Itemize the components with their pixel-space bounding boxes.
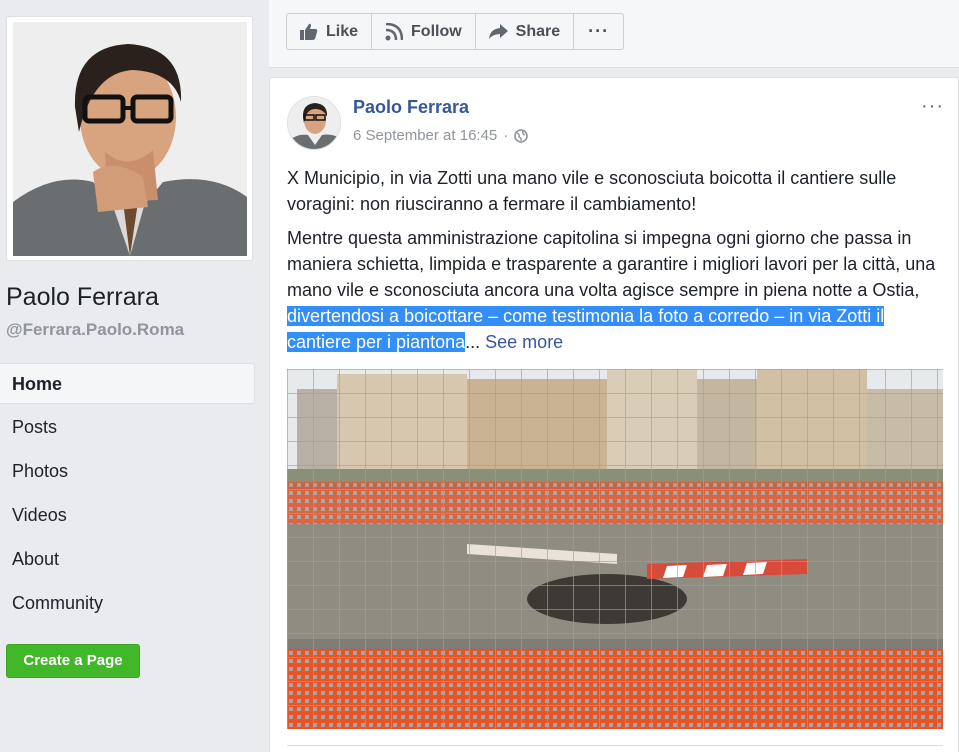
- like-label: Like: [326, 22, 359, 40]
- page-name[interactable]: Paolo Ferrara: [6, 283, 159, 312]
- post-paragraph-1: X Municipio, in via Zotti una mano vile …: [287, 168, 897, 214]
- profile-picture[interactable]: [13, 22, 247, 256]
- nav-item-about[interactable]: About: [0, 539, 255, 583]
- globe-audience-icon[interactable]: [514, 128, 529, 143]
- post-divider: [287, 745, 943, 746]
- meta-separator: ·: [503, 127, 509, 144]
- selected-text: divertendosi a boicottare – come testimo…: [287, 306, 885, 352]
- page-action-bar: Like Follow Share ···: [286, 13, 625, 50]
- page-handle[interactable]: @Ferrara.Paolo.Roma: [6, 320, 184, 340]
- more-dots-icon: ···: [588, 21, 610, 41]
- thumbs-up-icon: [300, 23, 318, 40]
- author-avatar-image: [288, 97, 340, 149]
- post-paragraph-2: Mentre questa amministrazione capitolina…: [287, 225, 947, 355]
- post-meta: 6 September at 16:45 ·: [353, 127, 529, 144]
- follow-button[interactable]: Follow: [371, 13, 476, 50]
- post-body: X Municipio, in via Zotti una mano vile …: [287, 165, 947, 363]
- nav-item-community[interactable]: Community: [0, 583, 255, 627]
- action-panel: Like Follow Share ···: [269, 0, 959, 68]
- more-actions-button[interactable]: ···: [573, 13, 625, 50]
- author-avatar[interactable]: [287, 96, 341, 150]
- post-card: Paolo Ferrara 6 September at 16:45 · ···…: [269, 77, 959, 752]
- post-timestamp[interactable]: 6 September at 16:45: [353, 127, 497, 144]
- rss-follow-icon: [385, 22, 404, 40]
- post-paragraph-2-text: Mentre questa amministrazione capitolina…: [287, 228, 936, 300]
- share-button[interactable]: Share: [474, 13, 575, 50]
- profile-picture-frame[interactable]: [6, 16, 253, 261]
- page-nav: Home Posts Photos Videos About Community: [0, 363, 255, 627]
- nav-item-home[interactable]: Home: [0, 363, 255, 404]
- nav-item-posts[interactable]: Posts: [0, 407, 255, 451]
- post-photo[interactable]: [287, 369, 943, 729]
- create-page-button[interactable]: Create a Page: [6, 644, 140, 678]
- share-arrow-icon: [488, 24, 508, 39]
- post-author-name[interactable]: Paolo Ferrara: [353, 97, 469, 118]
- share-label: Share: [515, 22, 561, 40]
- post-options-button[interactable]: ···: [921, 95, 944, 118]
- like-button[interactable]: Like: [286, 13, 373, 50]
- left-sidebar: Paolo Ferrara @Ferrara.Paolo.Roma Home P…: [0, 0, 268, 752]
- see-more-link[interactable]: See more: [485, 332, 563, 352]
- nav-item-videos[interactable]: Videos: [0, 495, 255, 539]
- truncation-ellipsis: ...: [465, 332, 481, 352]
- nav-item-photos[interactable]: Photos: [0, 451, 255, 495]
- follow-label: Follow: [411, 22, 462, 40]
